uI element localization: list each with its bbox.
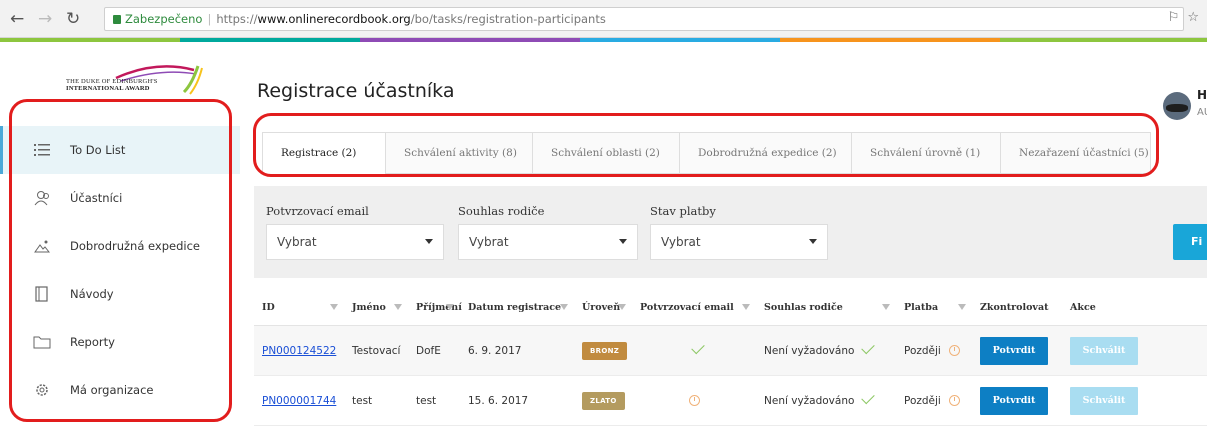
filter-icon[interactable] [560,304,568,310]
column-header-confirmation-email[interactable]: Potvrzovací email [632,290,756,325]
registration-date-cell: 6. 9. 2017 [468,344,522,357]
chevron-down-icon [809,239,817,244]
last-name-cell: DofE [416,344,441,357]
column-header-id[interactable]: ID [254,290,344,325]
chevron-down-icon [619,239,627,244]
approve-button[interactable]: Schválit [1070,386,1138,415]
url-host: www.onlinerecordbook.org [257,12,411,26]
consent-status: Není vyžadováno [764,394,855,407]
filter-icon[interactable] [882,304,890,310]
column-header-payment[interactable]: Platba [896,290,972,325]
confirm-button[interactable]: Potvrdit [980,386,1048,415]
browser-toolbar: ← → ↻ Zabezpečeno | https://www.onlinereco… [0,0,1207,38]
consent-status: Není vyžadováno [764,344,855,357]
url-path: /bo/tasks/registration-participants [410,12,606,26]
consent-filter-select[interactable]: Vybrat [458,224,638,260]
filter-icon[interactable] [618,304,626,310]
table-header: ID Jméno Příjmení Datum registrace Úrove… [254,290,1207,326]
filter-icon[interactable] [330,304,338,310]
user-org: AU2 [1197,107,1207,118]
column-header-parental-consent[interactable]: Souhlas rodiče [756,290,896,325]
check-icon [861,390,876,405]
registrations-table: ID Jméno Příjmení Datum registrace Úrove… [254,290,1207,426]
secure-label: Zabezpečeno [125,12,203,26]
first-name-cell: Testovací [352,344,401,357]
reload-icon[interactable]: ↻ [66,9,80,29]
column-header-first-name[interactable]: Jméno [344,290,408,325]
column-header-last-name[interactable]: Příjmení [408,290,462,325]
annotation-tabs-outline [253,113,1159,177]
email-filter-value: Vybrat [277,235,317,249]
logo-line-1: THE DUKE OF EDINBURGH'S [66,78,158,85]
filter-icon[interactable] [742,304,750,310]
check-icon [691,340,705,355]
dofe-logo[interactable]: THE DUKE OF EDINBURGH'S INTERNATIONAL AW… [66,62,206,102]
clock-icon [948,395,960,406]
payment-status: Později [904,394,941,407]
payment-filter-value: Vybrat [661,235,701,249]
filter-icon[interactable] [446,304,454,310]
last-name-cell: test [416,394,437,407]
filter-panel: Potvrzovací email Vybrat Souhlas rodiče … [254,186,1207,278]
table-row: PN000124522 Testovací DofE 6. 9. 2017 BR… [254,326,1207,376]
level-badge: BRONZ [582,341,628,360]
level-badge: ZLATO [582,391,625,410]
column-header-actions: Akce [1070,302,1096,313]
table-row: PN000001744 test test 15. 6. 2017 ZLATO … [254,376,1207,426]
check-icon [861,340,876,355]
confirm-button[interactable]: Potvrdit [980,336,1048,365]
user-name[interactable]: Hone [1197,88,1207,102]
logo-line-2: INTERNATIONAL AWARD [66,85,150,92]
email-filter-label: Potvrzovací email [266,204,369,218]
first-name-cell: test [352,394,373,407]
participant-id-link[interactable]: PN000001744 [262,395,336,407]
filter-button[interactable]: Fi [1173,224,1207,260]
filter-icon[interactable] [394,304,402,310]
payment-filter-select[interactable]: Vybrat [650,224,828,260]
clock-icon [688,395,700,406]
bookmark-star-icon[interactable]: ☆ [1187,10,1199,25]
chevron-down-icon [425,239,433,244]
address-bar[interactable]: Zabezpečeno | https://www.onlinerecordbook… [104,7,1184,31]
forward-icon[interactable]: → [38,9,52,29]
consent-filter-value: Vybrat [469,235,509,249]
brand-color-stripe [0,38,1207,42]
participant-id-link[interactable]: PN000124522 [262,345,336,357]
column-header-review: Zkontrolovat [980,302,1049,313]
url-scheme: https:// [216,12,258,26]
column-header-level[interactable]: Úroveň [574,290,632,325]
approve-button[interactable]: Schválit [1070,336,1138,365]
translate-icon[interactable]: ⚐ [1168,10,1180,25]
avatar[interactable] [1163,92,1191,120]
column-header-registration-date[interactable]: Datum registrace [460,290,574,325]
consent-filter-label: Souhlas rodiče [458,204,545,218]
payment-status: Později [904,344,941,357]
registration-date-cell: 15. 6. 2017 [468,394,529,407]
back-icon[interactable]: ← [10,9,24,29]
filter-icon[interactable] [958,304,966,310]
lock-icon [113,15,121,24]
email-filter-select[interactable]: Vybrat [266,224,444,260]
annotation-sidebar-outline [9,99,232,422]
clock-icon [948,345,960,356]
payment-filter-label: Stav platby [650,204,716,218]
page-title: Registrace účastníka [257,80,455,102]
